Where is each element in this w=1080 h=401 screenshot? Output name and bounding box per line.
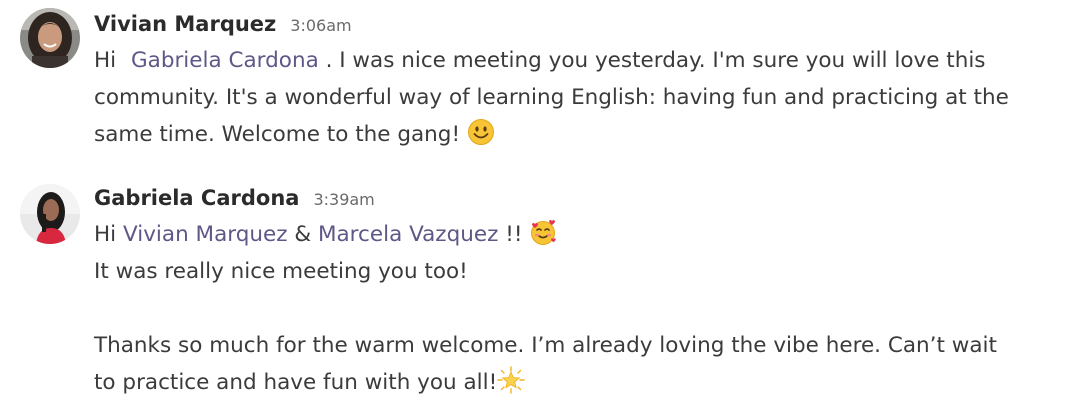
author-name[interactable]: Gabriela Cardona (94, 186, 299, 210)
user-mention[interactable]: Gabriela Cardona (131, 48, 319, 73)
smiling-face-with-hearts-icon (531, 220, 557, 245)
message-text: to practice and have fun with you all! (94, 370, 498, 395)
message-body: Hi Vivian Marquez & Marcela Vazquez !! I… (94, 216, 1064, 401)
message-text: & (294, 222, 312, 247)
smiling-face-icon (467, 119, 494, 145)
avatar[interactable] (20, 184, 80, 244)
message-body: Hi Gabriela Cardona . I was nice meeting… (94, 42, 1064, 153)
author-name[interactable]: Vivian Marquez (94, 12, 276, 36)
message-text: It was really nice meeting you too! (94, 259, 468, 284)
user-mention[interactable]: Marcela Vazquez (318, 222, 498, 247)
message-text: Hi (94, 222, 117, 247)
message-text: Hi (94, 48, 117, 73)
avatar-photo (20, 8, 80, 68)
message-timestamp: 3:39am (313, 190, 375, 209)
message-text: Thanks so much for the warm welcome. I’m… (94, 333, 997, 358)
avatar-photo (20, 184, 80, 244)
avatar[interactable] (20, 8, 80, 68)
message-timestamp: 3:06am (290, 16, 352, 35)
glowing-star-icon (497, 366, 525, 394)
message-text: . I was nice meeting you yesterday. I'm … (325, 48, 986, 73)
user-mention[interactable]: Vivian Marquez (123, 222, 288, 247)
message-text: !! (505, 222, 523, 247)
message-text: same time. Welcome to the gang! (94, 122, 461, 147)
message-header: Gabriela Cardona 3:39am (94, 180, 1064, 216)
message-header: Vivian Marquez 3:06am (94, 6, 1064, 42)
message-text: community. It's a wonderful way of learn… (94, 85, 1009, 110)
